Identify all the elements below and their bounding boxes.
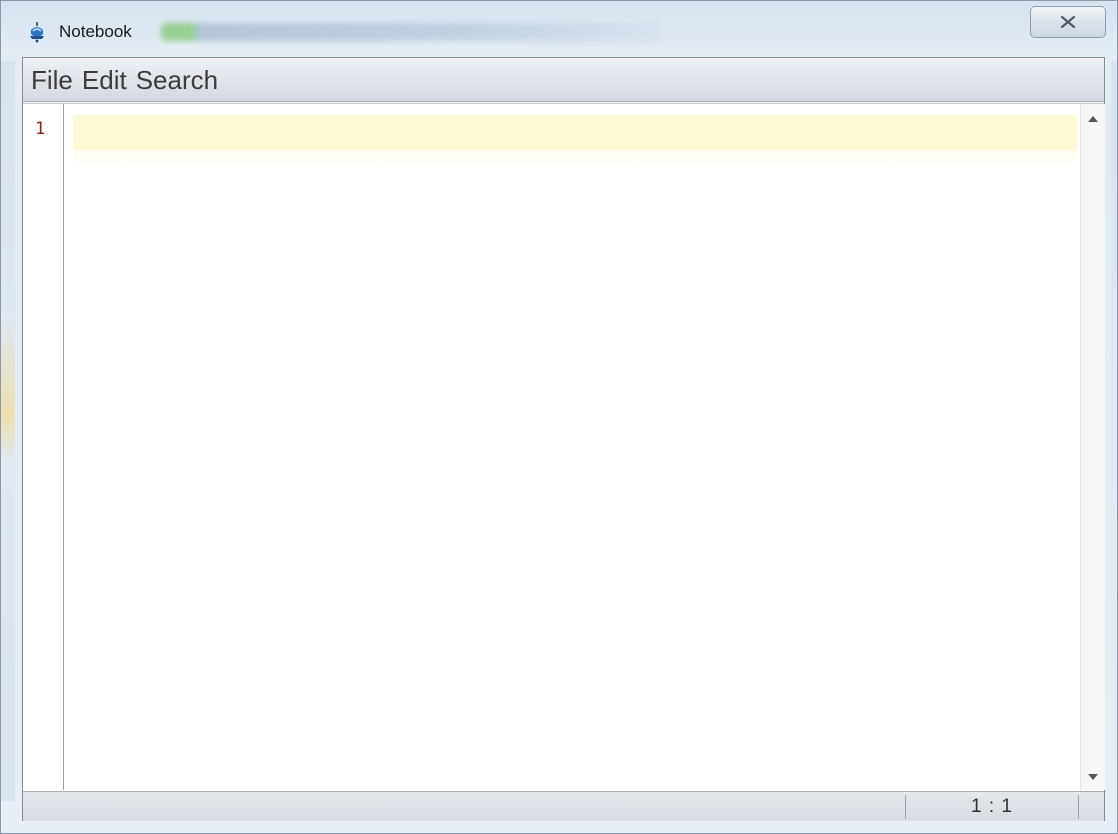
scroll-down-button[interactable]: [1081, 765, 1105, 787]
line-number: 1: [35, 119, 46, 139]
window-frame: Notebook File Edit Search 1 1: 1: [0, 0, 1118, 834]
current-line-highlight[interactable]: [73, 115, 1077, 150]
close-button[interactable]: [1030, 6, 1106, 38]
close-icon: [1061, 16, 1075, 28]
scroll-up-button[interactable]: [1081, 107, 1105, 129]
app-icon[interactable]: [27, 21, 47, 43]
status-divider: [1078, 795, 1079, 819]
cursor-position: 1 : 1: [971, 795, 1013, 817]
text-editor[interactable]: 1: [23, 103, 1105, 791]
menu-file[interactable]: File: [31, 58, 73, 102]
menu-edit[interactable]: Edit: [82, 58, 127, 102]
menu-search[interactable]: Search: [136, 58, 218, 102]
window-title: Notebook: [59, 22, 132, 41]
blurred-background-window: [161, 23, 661, 41]
line-number-gutter: 1: [23, 104, 64, 790]
line-highlight-fade: [73, 150, 1077, 170]
arrow-up-icon: [1088, 109, 1098, 127]
arrow-down-icon: [1088, 767, 1098, 785]
status-bar: 1 : 1: [23, 791, 1104, 821]
menu-bar: File Edit Search: [23, 58, 1104, 102]
glass-background-left: [1, 61, 15, 801]
client-area: File Edit Search 1 1: 1: [22, 57, 1105, 821]
glass-background-right: [1111, 61, 1117, 801]
title-bar[interactable]: Notebook: [1, 1, 1118, 57]
vertical-scrollbar[interactable]: [1080, 104, 1105, 790]
